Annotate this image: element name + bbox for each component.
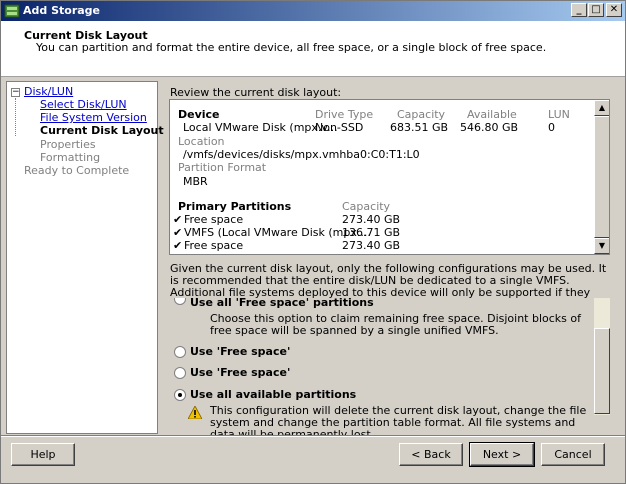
add-storage-window: Add Storage _ □ ✕ Current Disk Layout Yo…: [0, 0, 626, 484]
option-radio-all-partitions[interactable]: [174, 389, 186, 401]
partition-format-value: MBR: [183, 175, 208, 188]
nav-item-disk-lun[interactable]: Disk/LUN: [24, 85, 73, 98]
disk-layout-panel[interactable]: Device Drive Type Capacity Available LUN…: [169, 99, 610, 255]
nav-item-formatting: Formatting: [40, 151, 101, 164]
wizard-nav-tree: − Disk/LUN Select Disk/LUN File System V…: [6, 81, 164, 434]
primary-partitions-header: Primary Partitions: [178, 200, 292, 213]
option-desc-all-free-space: Choose this option to claim remaining fr…: [210, 312, 581, 337]
option-label-all-partitions[interactable]: Use all available partitions: [190, 388, 356, 401]
wizard-header: Current Disk Layout You can partition an…: [1, 21, 625, 77]
scroll-thumb[interactable]: [594, 116, 609, 238]
minimize-button[interactable]: _: [571, 3, 587, 17]
nav-item-select-disk-lun[interactable]: Select Disk/LUN: [40, 98, 127, 111]
drive-type-value: Non-SSD: [315, 121, 364, 134]
partition-capacity: 273.40 GB: [342, 213, 401, 226]
close-button[interactable]: ✕: [606, 3, 622, 17]
nav-item-current-disk-layout: Current Disk Layout: [40, 124, 164, 137]
check-icon: ✔: [173, 239, 183, 252]
options-scrollbar[interactable]: [594, 298, 610, 415]
drive-type-header: Drive Type: [315, 108, 374, 121]
location-value: /vmfs/devices/disks/mpx.vmhba0:C0:T1:L0: [183, 148, 420, 161]
partition-capacity: 136.71 GB: [342, 226, 401, 239]
title-bar[interactable]: Add Storage _ □ ✕: [1, 1, 625, 21]
option-label-free-space-1[interactable]: Use 'Free space': [190, 345, 290, 358]
check-icon: ✔: [173, 226, 183, 239]
next-button[interactable]: Next >: [469, 442, 535, 467]
tree-collapse-icon[interactable]: −: [11, 88, 20, 97]
location-label: Location: [178, 135, 225, 148]
nav-item-properties: Properties: [40, 138, 96, 151]
page-description: You can partition and format the entire …: [36, 41, 547, 54]
scroll-up-icon[interactable]: ▲: [594, 100, 609, 116]
available-value: 546.80 GB: [460, 121, 519, 134]
footer-divider: [1, 435, 625, 437]
partition-capacity: 273.40 GB: [342, 239, 401, 252]
layout-scrollbar[interactable]: ▲ ▼: [594, 100, 609, 254]
option-radio-free-space-2[interactable]: [174, 367, 186, 379]
review-label: Review the current disk layout:: [170, 86, 342, 99]
option-radio-all-free-space[interactable]: [174, 298, 186, 305]
available-header: Available: [467, 108, 517, 121]
option-radio-free-space-1[interactable]: [174, 346, 186, 358]
check-icon: ✔: [173, 213, 183, 226]
configuration-options-panel[interactable]: Use all 'Free space' partitions Choose t…: [169, 298, 610, 435]
capacity-header: Capacity: [397, 108, 446, 121]
partition-format-label: Partition Format: [178, 161, 267, 174]
cancel-button[interactable]: Cancel: [541, 443, 605, 466]
help-button[interactable]: Help: [11, 443, 75, 466]
capacity-value: 683.51 GB: [390, 121, 449, 134]
maximize-button[interactable]: □: [588, 3, 604, 17]
storage-app-icon: [4, 4, 20, 18]
nav-item-ready-to-complete: Ready to Complete: [24, 164, 130, 177]
partitions-capacity-header: Capacity: [342, 200, 391, 213]
partition-name: Free space: [184, 239, 244, 252]
tree-connector-line: [15, 98, 16, 136]
option-label-all-free-space[interactable]: Use all 'Free space' partitions: [190, 298, 374, 309]
back-button[interactable]: < Back: [399, 443, 463, 466]
scroll-down-icon[interactable]: ▼: [594, 238, 609, 254]
option-desc-all-partitions: This configuration will delete the curre…: [210, 404, 587, 436]
options-scroll-thumb[interactable]: [594, 328, 610, 414]
lun-value: 0: [548, 121, 555, 134]
lun-header: LUN: [548, 108, 570, 121]
partition-name: Free space: [184, 213, 244, 226]
option-label-free-space-2[interactable]: Use 'Free space': [190, 366, 290, 379]
device-header: Device: [178, 108, 220, 121]
window-title: Add Storage: [23, 4, 101, 17]
warning-icon: [188, 406, 202, 419]
nav-item-file-system-version[interactable]: File System Version: [40, 111, 147, 124]
